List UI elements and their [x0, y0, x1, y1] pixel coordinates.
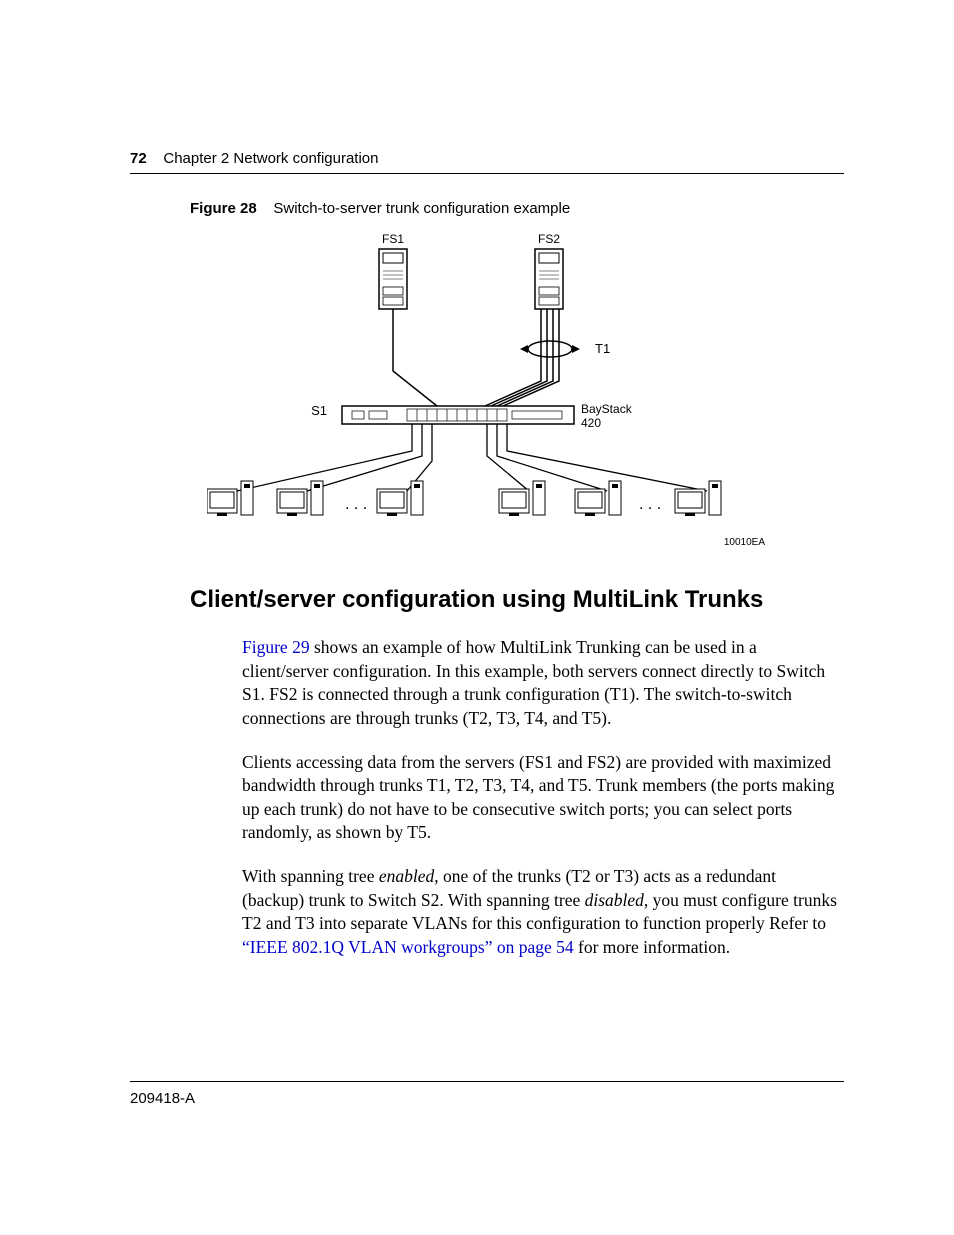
vlan-workgroups-link[interactable]: “IEEE 802.1Q VLAN workgroups” on page 54 [242, 937, 574, 957]
italic-enabled: enabled [379, 866, 434, 886]
figure-title: Switch-to-server trunk configuration exa… [273, 200, 570, 217]
figure-caption: Figure 28 Switch-to-server trunk configu… [190, 200, 844, 217]
page-number: 72 [130, 150, 147, 167]
switch-ports [352, 409, 562, 421]
label-s1: S1 [311, 403, 327, 418]
chapter-title [151, 150, 164, 167]
label-fs2: FS2 [538, 232, 560, 246]
figure-diagram: FS1 FS2 T1 [207, 231, 767, 556]
trunk-loop-icon [528, 341, 572, 357]
server-fs2-icon [535, 249, 563, 309]
label-t1: T1 [595, 341, 610, 356]
document-number: 209418-A [130, 1090, 195, 1107]
running-header: 72 Chapter 2 Network configuration [130, 150, 844, 174]
label-fs1: FS1 [382, 232, 404, 246]
figure-label: Figure 28 [190, 200, 257, 217]
workstation-group: . . . . . . [207, 481, 721, 516]
cable-fs1 [393, 309, 437, 406]
svg-text:. . .: . . . [345, 496, 367, 513]
svg-text:. . .: . . . [639, 496, 661, 513]
page-footer: 209418-A [130, 1081, 844, 1107]
body-paragraph-3: With spanning tree enabled, one of the t… [242, 865, 842, 960]
arrow-icon [572, 345, 580, 353]
label-switch-model-line2: 420 [581, 416, 601, 430]
body-paragraph-1: Figure 29 shows an example of how MultiL… [242, 636, 842, 731]
figure-caption-sep [261, 200, 274, 217]
label-switch-model-line1: BayStack [581, 402, 633, 416]
chapter-title-text: Chapter 2 Network configuration [163, 150, 378, 167]
arrow-icon [520, 345, 528, 353]
body-paragraph-2: Clients accessing data from the servers … [242, 751, 842, 846]
body-text: shows an example of how MultiLink Trunki… [242, 637, 825, 728]
server-fs1-icon [379, 249, 407, 309]
section-heading: Client/server configuration using MultiL… [190, 586, 844, 614]
diagram-id: 10010EA [724, 537, 765, 548]
figure-29-link[interactable]: Figure 29 [242, 637, 310, 657]
cables-to-clients [237, 424, 707, 491]
body-text: for more information. [574, 937, 730, 957]
italic-disabled: disabled [585, 890, 644, 910]
body-text: With spanning tree [242, 866, 379, 886]
page: 72 Chapter 2 Network configuration Figur… [0, 0, 954, 1235]
